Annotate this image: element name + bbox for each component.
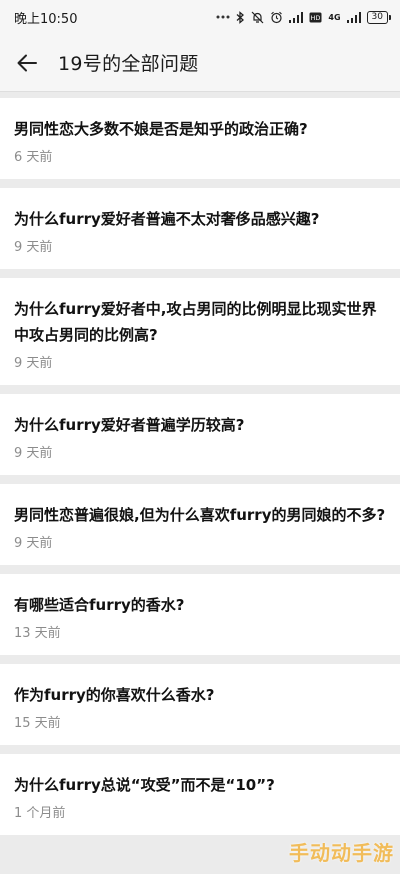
- question-title[interactable]: 有哪些适合furry的香水?: [14, 592, 386, 618]
- app-screen: 晚上10:50 HD 4G 30 19号的全部问题 男同性恋大多数不娘是否是知乎…: [0, 0, 400, 874]
- question-time: 6 天前: [14, 150, 53, 165]
- question-time: 9 天前: [14, 536, 53, 551]
- question-title[interactable]: 男同性恋普遍很娘,但为什么喜欢furry的男同娘的不多?: [14, 502, 386, 528]
- question-time: 13 天前: [14, 626, 61, 641]
- back-button[interactable]: [12, 48, 42, 78]
- status-icons: HD 4G 30: [216, 10, 392, 24]
- network-type: 4G: [328, 12, 341, 22]
- hd-icon: HD: [309, 10, 322, 24]
- arrow-left-icon: [17, 54, 37, 71]
- question-card[interactable]: 作为furry的你喜欢什么香水? 15 天前: [0, 664, 400, 745]
- alarm-icon: [270, 10, 283, 24]
- question-title[interactable]: 为什么furry爱好者普遍学历较高?: [14, 412, 386, 438]
- question-card[interactable]: 为什么furry爱好者普遍学历较高? 9 天前: [0, 394, 400, 475]
- svg-text:HD: HD: [311, 14, 321, 22]
- question-time: 9 天前: [14, 240, 53, 255]
- question-card[interactable]: 为什么furry爱好者中,攻占男同的比例明显比现实世界中攻占男同的比例高? 9 …: [0, 278, 400, 385]
- signal-icon-2: [346, 10, 361, 24]
- question-card[interactable]: 为什么furry爱好者普遍不太对奢侈品感兴趣? 9 天前: [0, 188, 400, 269]
- question-time: 9 天前: [14, 446, 53, 461]
- question-time: 9 天前: [14, 356, 53, 371]
- question-time: 15 天前: [14, 716, 61, 731]
- question-time: 1 个月前: [14, 806, 66, 821]
- bluetooth-icon: [236, 10, 245, 24]
- question-card[interactable]: 有哪些适合furry的香水? 13 天前: [0, 574, 400, 655]
- mute-bell-icon: [251, 10, 264, 24]
- question-title[interactable]: 为什么furry爱好者中,攻占男同的比例明显比现实世界中攻占男同的比例高?: [14, 296, 386, 348]
- question-card[interactable]: 为什么furry总说“攻受”而不是“10”? 1 个月前: [0, 754, 400, 835]
- question-title[interactable]: 为什么furry总说“攻受”而不是“10”?: [14, 772, 386, 798]
- question-card[interactable]: 男同性恋普遍很娘,但为什么喜欢furry的男同娘的不多? 9 天前: [0, 484, 400, 565]
- status-bar: 晚上10:50 HD 4G 30: [0, 0, 400, 34]
- dots-icon: [216, 10, 230, 24]
- page-title: 19号的全部问题: [58, 53, 199, 75]
- status-time: 晚上10:50: [14, 11, 78, 27]
- watermark: 手动动手游: [289, 841, 394, 865]
- question-card[interactable]: 男同性恋大多数不娘是否是知乎的政治正确? 6 天前: [0, 98, 400, 179]
- question-title[interactable]: 作为furry的你喜欢什么香水?: [14, 682, 386, 708]
- question-list: 男同性恋大多数不娘是否是知乎的政治正确? 6 天前 为什么furry爱好者普遍不…: [0, 92, 400, 835]
- question-title[interactable]: 男同性恋大多数不娘是否是知乎的政治正确?: [14, 116, 386, 142]
- signal-icon: [289, 10, 304, 24]
- battery-indicator: 30: [366, 10, 392, 24]
- app-bar: 19号的全部问题: [0, 34, 400, 92]
- question-title[interactable]: 为什么furry爱好者普遍不太对奢侈品感兴趣?: [14, 206, 386, 232]
